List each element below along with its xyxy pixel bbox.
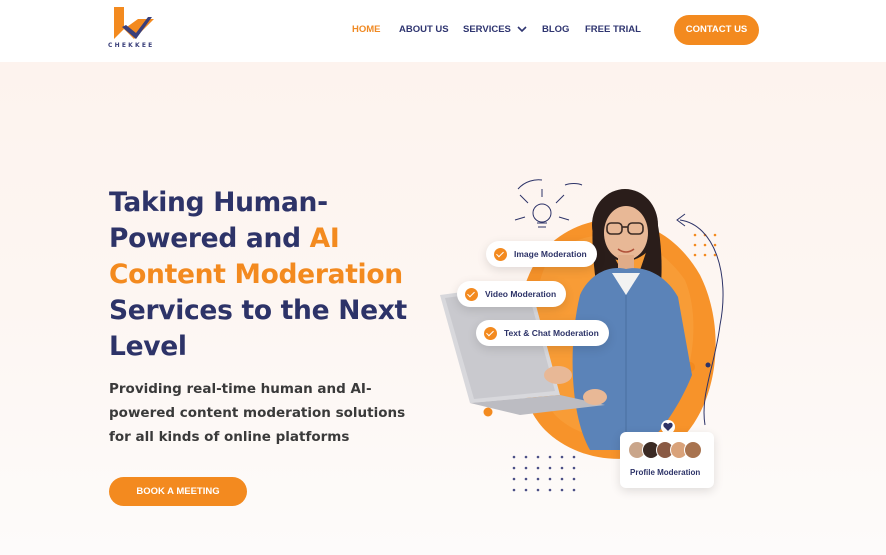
check-icon (484, 326, 497, 340)
book-meeting-button[interactable]: BOOK A MEETING (109, 477, 247, 506)
hero-title-line: Level (109, 331, 187, 362)
profile-moderation-label: Profile Moderation (630, 468, 701, 477)
check-icon (465, 287, 478, 301)
video-moderation-badge: Video Moderation (457, 281, 567, 307)
nav-about-us[interactable]: ABOUT US (399, 24, 449, 35)
nav-home[interactable]: HOME (352, 24, 381, 35)
hero-title-line: Powered and AI (109, 223, 340, 254)
hero-title: Taking Human- Powered and AI Content Mod… (109, 185, 439, 365)
nav-blog[interactable]: BLOG (542, 24, 569, 35)
hero-title-line: Services to the Next (109, 295, 407, 326)
text-chat-moderation-badge: Text & Chat Moderation (476, 320, 609, 346)
nav-services-label: SERVICES (463, 24, 511, 35)
hero-title-line: Content Moderation (109, 259, 403, 290)
lightbulb-icon (514, 189, 570, 228)
profile-moderation-card: Profile Moderation (620, 432, 714, 488)
logo-wordmark: CHEKKEE (108, 42, 155, 49)
nav-free-trial[interactable]: FREE TRIAL (585, 24, 641, 35)
chevron-down-icon (516, 26, 527, 33)
image-moderation-badge: Image Moderation (486, 241, 597, 267)
check-icon (494, 247, 507, 261)
site-header: CHEKKEE HOME ABOUT US SERVICES BLOG FREE… (0, 0, 886, 62)
avatar (684, 441, 702, 459)
nav-services[interactable]: SERVICES (463, 24, 527, 35)
contact-us-button[interactable]: CONTACT US (674, 15, 759, 45)
hero-subtitle: Providing real-time human and AI-powered… (109, 381, 406, 445)
hero-title-line: Taking Human- (109, 187, 328, 218)
